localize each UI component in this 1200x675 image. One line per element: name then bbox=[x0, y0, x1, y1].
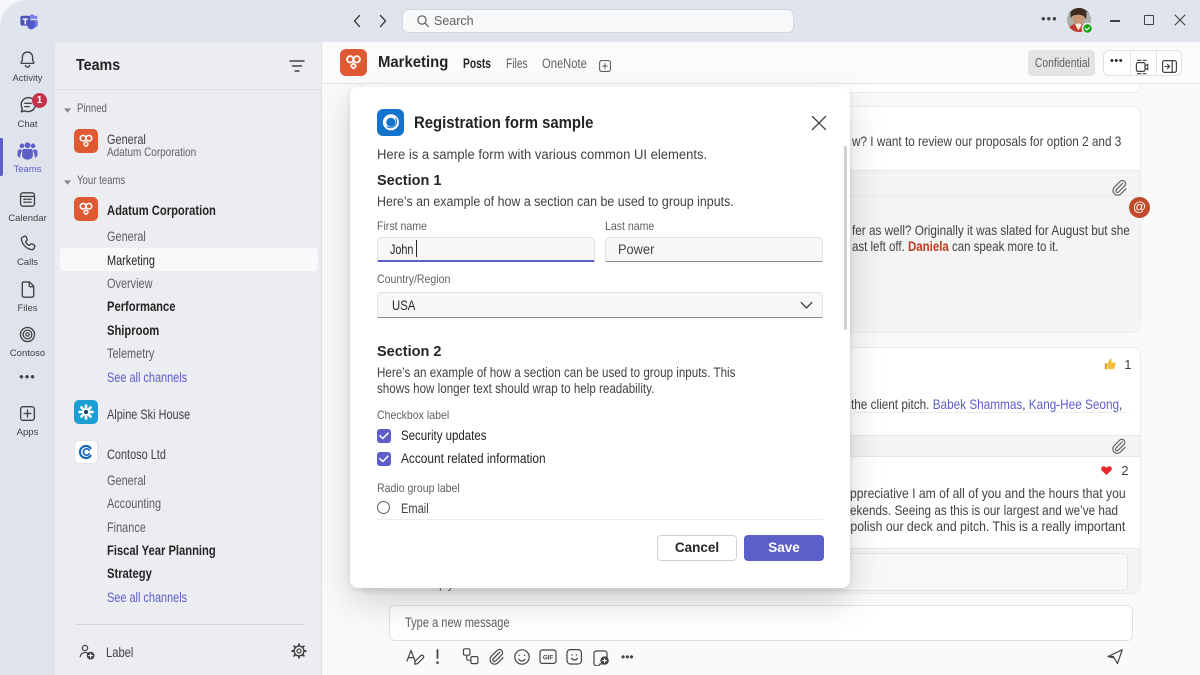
svg-text:GIF: GIF bbox=[543, 655, 554, 662]
svg-text:•••: ••• bbox=[621, 650, 634, 664]
